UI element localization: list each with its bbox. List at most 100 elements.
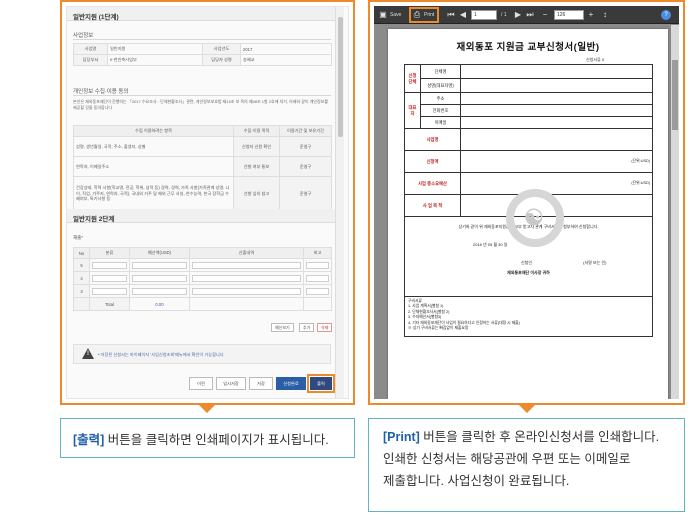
help-icon[interactable]: ?: [661, 10, 671, 20]
row-label: 사업명: [404, 128, 461, 151]
row-label: 신청액: [404, 150, 461, 173]
warning-icon: !: [82, 348, 94, 359]
left-arrow-icon: [199, 405, 215, 413]
table-row: 신청단체 단체명: [404, 64, 653, 93]
first-page-icon[interactable]: ⏮: [446, 9, 456, 21]
table-row: 4: [73, 271, 332, 285]
unit-label: (단위:USD): [460, 150, 653, 173]
table-row: 전화번호: [405, 104, 653, 117]
table-row: 사업명: [404, 128, 653, 151]
foundation-seal-watermark: ☯: [506, 189, 564, 247]
column-header: 이용기간 및 보유기간: [279, 125, 332, 137]
remark-input[interactable]: [306, 261, 329, 269]
budget-table: No 분류 예산액(USD) 산출내역 비고 5 4 3 Total 0.00: [73, 247, 332, 311]
total-row: Total 0.00: [73, 297, 332, 311]
stage2-header: 일반지원 2단계: [67, 209, 335, 223]
table-row: 5: [73, 258, 332, 272]
table-row: 3: [73, 284, 332, 298]
document-title: 재외동포 지원금 교부신청서(일반): [456, 42, 600, 53]
fit-page-icon[interactable]: ↕: [600, 9, 610, 21]
cell-label: 사업명: [73, 43, 108, 55]
remark-input[interactable]: [306, 274, 329, 282]
category-input[interactable]: [92, 261, 127, 269]
prev-page-icon[interactable]: ◀: [458, 9, 468, 21]
next-page-icon[interactable]: ▶: [513, 9, 523, 21]
table-row: 성명(대표자명): [405, 78, 653, 93]
table-row: 대표자 주소: [404, 92, 653, 129]
consent-item: 건강상태, 학력 사항(학교명, 전공, 학위, 성적 등) 경력, 경력, 가…: [73, 176, 234, 211]
consent-paragraph: 본인은 재외동포재단이 진행하는 「2017 수요조사 · 단체현황조사」관련,…: [73, 99, 329, 110]
scrollbar-thumb[interactable]: [672, 60, 678, 130]
budget-view-button[interactable]: 예산보기: [271, 323, 294, 332]
delete-row-button[interactable]: 삭제: [317, 323, 333, 332]
table-row: 담당부서 e-한인축사업부 담당자 성명 송혜교: [73, 54, 332, 66]
table-row: 이메일: [405, 116, 653, 129]
consent-period: 준영구: [279, 176, 332, 211]
row-number: 3: [73, 284, 90, 298]
save-button[interactable]: 저장: [249, 377, 273, 390]
applicant-label: 신청인: [521, 260, 533, 265]
detail-input[interactable]: [192, 274, 301, 282]
table-header-row: 수집 이용하려는 항목 수집·이용 목적 이용기간 및 보유기간: [73, 125, 332, 137]
zoom-in-icon[interactable]: +: [586, 9, 596, 21]
representative-group-label: 대표자: [404, 92, 421, 129]
divider: [73, 95, 331, 96]
row-label: 사 업 목 적: [404, 194, 461, 217]
caption-text: 버튼을 클릭한 후 온라인신청서를 인쇄합니다.: [419, 430, 660, 444]
table-row: 성명, 생년월일, 국적, 주소, 출생지, 성별 신청자 신원 확인 준영구: [73, 136, 332, 157]
category-input[interactable]: [92, 287, 127, 295]
form-number: 신청서류 5: [586, 57, 605, 62]
row-label: 사업 총소요예산: [404, 172, 461, 195]
prev-button[interactable]: 이전: [189, 377, 213, 390]
zoom-select[interactable]: 126: [554, 10, 584, 20]
scrollbar-thumb[interactable]: [338, 17, 343, 137]
print-button-highlight: [409, 7, 439, 23]
caption-highlight: [출력]: [73, 433, 105, 447]
detail-input[interactable]: [192, 261, 301, 269]
addressee: 재외동포재단 이사장 귀하: [507, 270, 550, 275]
viewer-scrollbar[interactable]: [671, 25, 679, 399]
consent-purpose: 선발 심의 참고: [233, 176, 280, 211]
form-scrollbar[interactable]: [335, 7, 344, 398]
right-caption: [Print] 버튼을 클릭한 후 온라인신청서를 인쇄합니다. 인쇄한 신청서…: [368, 418, 685, 512]
divider: [73, 39, 331, 40]
cell-label: 담당자 성명: [202, 54, 241, 66]
consent-period: 준영구: [279, 156, 332, 177]
cell-value: 일반지원: [107, 43, 203, 55]
business-info-table: 사업명 일반지원 사업년도 2017 담당부서 e-한인축사업부 담당자 성명 …: [73, 43, 332, 66]
cell-label: 사업년도: [202, 43, 241, 55]
table-row: 사업명 일반지원 사업년도 2017: [73, 43, 332, 55]
budget-input[interactable]: [132, 261, 187, 269]
zoom-out-icon[interactable]: −: [540, 9, 550, 21]
total-value: 0.00: [129, 297, 190, 311]
table-row: 건강상태, 학력 사항(학교명, 전공, 학위, 성적 등) 경력, 경력, 가…: [73, 176, 332, 211]
left-caption: [출력] 버튼을 클릭하면 인쇄페이지가 표시됩니다.: [60, 418, 355, 458]
page-total: / 1: [501, 12, 507, 18]
consent-item: 성명, 생년월일, 국적, 주소, 출생지, 성별: [73, 136, 234, 157]
caption-text: 인쇄한 신청서는 해당공관에 우편 또는 이메일로: [383, 452, 631, 466]
detail-input[interactable]: [192, 287, 301, 295]
column-header: 예산액(USD): [129, 247, 190, 259]
category-input[interactable]: [92, 274, 127, 282]
save-button[interactable]: Save: [390, 9, 401, 21]
apply-complete-button[interactable]: 신청완료: [276, 377, 306, 390]
consent-table: 수집 이용하려는 항목 수집·이용 목적 이용기간 및 보유기간 성명, 생년월…: [73, 125, 332, 211]
row-number: 4: [73, 271, 90, 285]
print-preview-screenshot: ▣ Save ⎙ Print ⏮ ◀ 1 / 1 ▶ ⏭ − 126 + ↕ ?…: [374, 6, 679, 399]
table-row: 연락처, 이메일주소 선발 여부 통보 준영구: [73, 156, 332, 177]
save-disk-icon[interactable]: ▣: [378, 9, 388, 21]
column-header: 분류: [89, 247, 130, 259]
last-page-icon[interactable]: ⏭: [525, 9, 535, 21]
application-form-screenshot: 일반지원 (1단계) 사업정보 사업명 일반지원 사업년도 2017 담당부서 …: [66, 6, 349, 399]
row-label: 주소: [420, 92, 461, 105]
column-header: 산출내역: [189, 247, 304, 259]
budget-input[interactable]: [132, 274, 187, 282]
column-header: 수집 이용하려는 항목: [73, 125, 234, 137]
temp-save-button[interactable]: 임시저장: [216, 377, 246, 390]
page-number-input[interactable]: 1: [471, 10, 497, 20]
consent-purpose: 신청자 신원 확인: [233, 136, 280, 157]
add-row-button[interactable]: 추가: [299, 323, 315, 332]
remark-input[interactable]: [306, 287, 329, 295]
budget-input[interactable]: [132, 287, 187, 295]
consent-section-title: 개인정보 수집·이용 동의: [73, 89, 129, 95]
